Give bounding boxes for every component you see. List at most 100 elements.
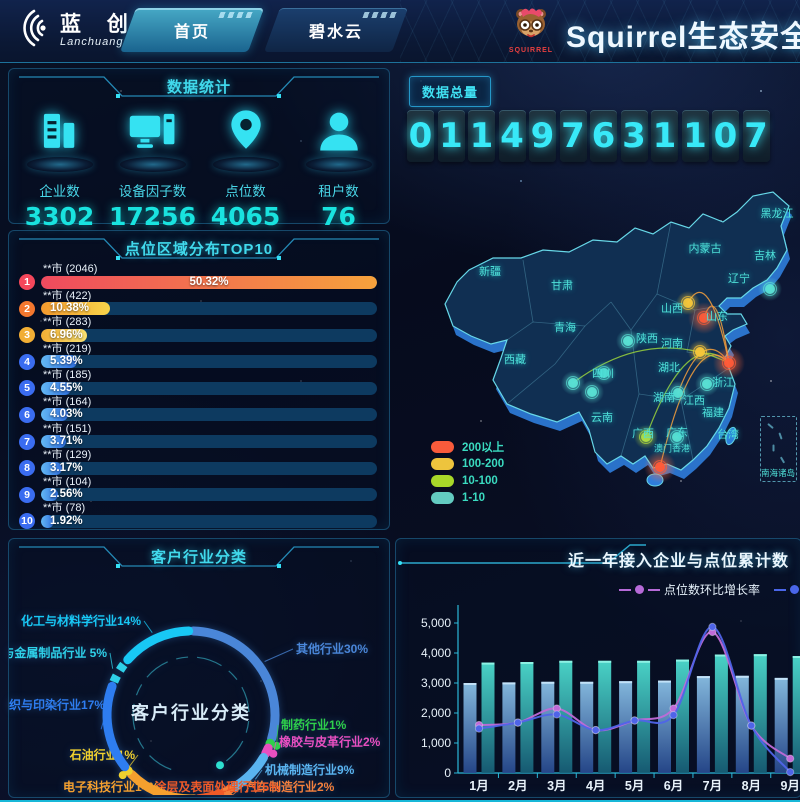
counter-digit: 6 (590, 110, 617, 162)
province-label: 吉林 (754, 247, 776, 263)
rank-badge: 2 (19, 301, 35, 317)
bar-2 (676, 660, 689, 773)
rank-badge: 9 (19, 487, 35, 503)
bar-1 (697, 676, 710, 773)
rank-badge: 10 (19, 513, 35, 529)
top10-panel-title: 点位区域分布TOP10 (9, 238, 389, 259)
top10-bar-line: 54.55% (19, 381, 377, 395)
tab-label: 首页 (174, 18, 210, 42)
top10-category: **市 (104) (19, 476, 377, 488)
top10-category: **市 (185) (19, 369, 377, 381)
bar-1 (502, 682, 515, 773)
bar-2 (754, 654, 767, 773)
top10-panel-header: 点位区域分布TOP10 (9, 231, 389, 261)
stats-panel: 数据统计 企业数3302设备因子数17256点位数4065租户数76 (8, 68, 390, 224)
map-marker (758, 277, 782, 301)
map-legend-item[interactable]: 1-10 (431, 489, 504, 506)
trend-panel-header: 近一年接入企业与点位累计数 (396, 539, 800, 573)
bar-2 (793, 656, 800, 773)
donut-label: 钢铁与金属制品行业 5% (9, 645, 107, 660)
x-tick-label: 4月 (586, 779, 605, 793)
bar-1 (658, 681, 671, 773)
bar-1 (619, 681, 632, 773)
logo-icon (16, 9, 52, 52)
counter-digit: 1 (682, 110, 709, 162)
counter-digit: 0 (407, 110, 434, 162)
location-pin-icon (202, 105, 290, 167)
map-panel: 黑龙江吉林辽宁内蒙古新疆甘肃青海西藏山西陕西山东河南湖北湖南江西浙江福建台湾广东… (395, 64, 800, 530)
top10-value-label: 2.56% (50, 488, 83, 501)
donut-svg: 其他行业30%制药行业1%橡胶与皮革行业2%机械制造行业9%汽车制造行业2%涂层… (9, 569, 389, 795)
top10-bar-track: 5.39% (41, 355, 377, 368)
top10-bar-line: 9 2.56% (19, 488, 377, 502)
top10-value-label: 3.17% (50, 462, 83, 475)
industry-panel: 客户行业分类 其他行业30%制药行业1%橡胶与皮革行业2%机械制造行业9%汽车制… (8, 538, 390, 798)
x-tick-label: 7月 (703, 779, 722, 793)
top10-bar-track: 4.03% (41, 408, 377, 421)
top10-row: **市 (104)9 2.56% (19, 476, 377, 503)
counter-digit: 1 (468, 110, 495, 162)
monitor-icon (109, 105, 197, 167)
top10-bar-track: 4.55% (41, 382, 377, 395)
top10-bar-track: 6.96% (41, 329, 377, 342)
top10-category: **市 (129) (19, 449, 377, 461)
counter-digit: 4 (499, 110, 526, 162)
data-total-badge: 数据总量 (409, 76, 491, 107)
top10-value-label: 1.92% (50, 515, 83, 528)
x-tick-label: 2月 (508, 779, 527, 793)
map-legend-item[interactable]: 200以上 (431, 438, 504, 455)
top10-row: **市 (2046)150.32% (19, 263, 377, 290)
top10-bar-line: 36.96% (19, 328, 377, 342)
tab-home[interactable]: 首页 (120, 8, 264, 52)
top10-value-label: 3.71% (50, 435, 83, 448)
squirrel-icon (508, 4, 554, 44)
bar-1 (541, 682, 554, 773)
province-label: 浙江 (712, 374, 734, 390)
province-label: 陕西 (636, 330, 658, 346)
rank-badge: 7 (19, 434, 35, 450)
top10-value-label: 4.03% (50, 408, 83, 421)
counter-digit: 9 (529, 110, 556, 162)
top10-bar-line: 2 10.38% (19, 302, 377, 316)
mascot-caption: SQUIRREL (505, 47, 557, 54)
province-label: 河南 (661, 335, 683, 351)
top10-category: **市 (164) (19, 396, 377, 408)
total-counter: 011497631107 (407, 110, 770, 162)
map-legend-item[interactable]: 10-100 (431, 472, 504, 489)
top-header: 蓝 创 Lanchuang 首页碧水云 SQUIRREL Squirrel生态安… (0, 0, 800, 63)
top10-rows: **市 (2046)150.32%**市 (422)210.38%**市 (28… (9, 261, 389, 529)
province-label: 山西 (661, 300, 683, 316)
province-label: 西藏 (504, 351, 526, 367)
top10-bar-track: 10.38% (41, 302, 377, 315)
province-label: 福建 (702, 404, 724, 420)
counter-digit: 3 (621, 110, 648, 162)
top10-row: **市 (129)8 3.17% (19, 449, 377, 476)
y-tick-label: 2,000 (421, 706, 451, 720)
tab-bishuiyun[interactable]: 碧水云 (264, 8, 408, 52)
y-tick-label: 0 (444, 766, 451, 780)
province-label: 青海 (554, 319, 576, 335)
stat-item: 点位数4065 (202, 105, 290, 231)
inner-ring-dot (216, 761, 224, 769)
donut-label: 石油行业1% (69, 747, 136, 762)
map-legend-item[interactable]: 100-200 (431, 455, 504, 472)
province-label: 台湾 (717, 426, 739, 442)
donut-segment: 橡胶与皮革行业2% (266, 734, 381, 758)
top10-bar-line: 150.32% (19, 275, 377, 289)
donut-label: 制药行业1% (281, 717, 347, 732)
map-marker (644, 451, 676, 483)
counter-digit: 1 (651, 110, 678, 162)
y-tick-label: 1,000 (421, 736, 451, 750)
top10-category: **市 (283) (19, 316, 377, 328)
legend-label: 100-200 (462, 458, 504, 470)
app-title: Squirrel生态安全云平台 (566, 12, 800, 56)
province-label: 山东 (706, 308, 728, 324)
bar-2 (482, 663, 495, 773)
donut-segment: 钢铁与金属制品行业 5% (9, 645, 125, 682)
stat-label: 租户数 (295, 180, 383, 200)
y-tick-label: 5,000 (421, 616, 451, 630)
rank-badge: 8 (19, 460, 35, 476)
stat-value: 76 (295, 202, 383, 231)
donut-label: 纺织与印染行业17% (9, 697, 105, 712)
rank-badge: 1 (19, 274, 35, 290)
